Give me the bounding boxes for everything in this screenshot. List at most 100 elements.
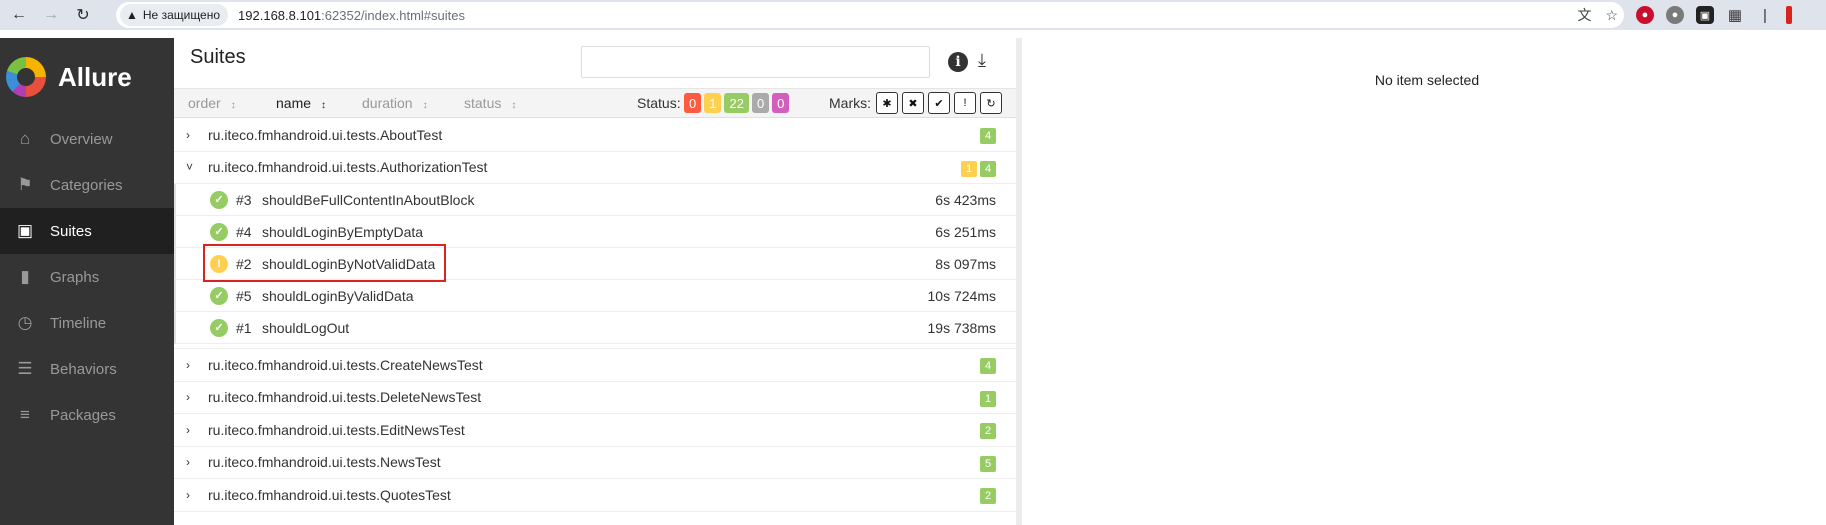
suite-counts: 2 bbox=[980, 423, 996, 439]
url-host: 192.168.8.101 bbox=[238, 7, 322, 23]
sort-order[interactable]: order ↕ bbox=[188, 95, 236, 111]
detail-pane: No item selected bbox=[1028, 38, 1826, 525]
chevron-right-icon[interactable]: › bbox=[186, 390, 198, 404]
suite-row[interactable]: ˅ ru.iteco.fmhandroid.ui.tests.Authorizat… bbox=[174, 152, 1016, 184]
translate-icon[interactable]: 文 bbox=[1577, 5, 1591, 25]
status-count-badge[interactable]: 1 bbox=[704, 93, 722, 113]
sort-arrows-icon: ↕ bbox=[230, 100, 236, 111]
test-row[interactable]: ✓ #3 shouldBeFullContentInAboutBlock 6s 423… bbox=[174, 184, 1016, 216]
status-count-badge[interactable]: 0 bbox=[772, 93, 790, 113]
download-icon[interactable]: ⤓ bbox=[978, 50, 986, 71]
broken-status-icon: ! bbox=[210, 254, 228, 273]
count-badge: 1 bbox=[961, 160, 977, 177]
sidebar-item-timeline[interactable]: ◷ Timeline bbox=[0, 300, 174, 346]
search-input[interactable] bbox=[581, 46, 930, 78]
clock-icon: ◷ bbox=[17, 313, 33, 332]
chevron-right-icon[interactable]: › bbox=[186, 423, 198, 437]
sidebar-item-behaviors[interactable]: ☰ Behaviors bbox=[0, 346, 174, 392]
status-count-badge[interactable]: 0 bbox=[684, 93, 702, 113]
chevron-right-icon[interactable]: › bbox=[186, 488, 198, 502]
sidebar-item-label: Behaviors bbox=[50, 360, 117, 378]
suite-row[interactable]: › ru.iteco.fmhandroid.ui.tests.CreateNews… bbox=[174, 349, 1016, 382]
reading-list-icon[interactable]: | bbox=[1756, 6, 1774, 24]
count-badge: 4 bbox=[980, 128, 996, 144]
suite-name: ru.iteco.fmhandroid.ui.tests.NewsTest bbox=[208, 454, 441, 471]
chevron-right-icon[interactable]: › bbox=[186, 128, 198, 142]
suite-name: ru.iteco.fmhandroid.ui.tests.EditNewsTes… bbox=[208, 421, 465, 438]
warning-triangle-icon: ▲ bbox=[126, 8, 138, 22]
security-label: Не защищено bbox=[142, 8, 221, 22]
sort-duration[interactable]: duration ↕ bbox=[362, 95, 428, 111]
status-count-badge[interactable]: 22 bbox=[724, 93, 749, 113]
sidebar-item-packages[interactable]: ≡ Packages bbox=[0, 392, 174, 438]
bookmark-star-icon[interactable]: ☆ bbox=[1605, 7, 1618, 24]
chevron-right-icon[interactable]: › bbox=[186, 358, 198, 372]
test-duration: 10s 724ms bbox=[927, 288, 996, 304]
test-duration: 19s 738ms bbox=[927, 320, 996, 336]
sort-name[interactable]: name ↕ bbox=[276, 95, 326, 111]
test-row[interactable]: ✓ #4 shouldLoginByEmptyData 6s 251ms bbox=[174, 216, 1016, 248]
suites-tree: › ru.iteco.fmhandroid.ui.tests.AboutTest 4… bbox=[174, 119, 1016, 512]
suite-counts: 4 bbox=[980, 128, 996, 144]
info-icon[interactable]: i bbox=[948, 52, 968, 72]
test-name: shouldBeFullContentInAboutBlock bbox=[262, 191, 475, 208]
briefcase-icon: ▣ bbox=[16, 221, 34, 240]
back-arrow-icon[interactable]: ← bbox=[6, 2, 32, 28]
count-badge: 5 bbox=[980, 455, 996, 472]
suite-row[interactable]: › ru.iteco.fmhandroid.ui.tests.DeleteNews… bbox=[174, 382, 1016, 414]
test-row[interactable]: ✓ #1 shouldLogOut 19s 738ms bbox=[174, 312, 1016, 344]
bar-chart-icon: ▮ bbox=[20, 267, 30, 286]
sidebar-item-categories[interactable]: ⚑ Categories bbox=[0, 162, 174, 208]
status-count-badge[interactable]: 0 bbox=[751, 93, 770, 113]
brand[interactable]: Allure bbox=[0, 38, 174, 116]
sort-status[interactable]: status ↕ bbox=[464, 95, 516, 111]
chevron-right-icon[interactable]: › bbox=[186, 455, 198, 469]
test-name: shouldLoginByValidData bbox=[262, 287, 414, 304]
extensions-puzzle-icon[interactable]: ▦ bbox=[1726, 6, 1744, 24]
sidebar-item-overview[interactable]: ⌂ Overview bbox=[0, 116, 174, 162]
extension-book-icon[interactable]: ▣ bbox=[1696, 6, 1714, 24]
test-duration: 6s 251ms bbox=[935, 224, 996, 240]
test-duration: 6s 423ms bbox=[935, 192, 996, 208]
sidebar-item-graphs[interactable]: ▮ Graphs bbox=[0, 254, 174, 300]
test-duration: 8s 097ms bbox=[935, 256, 996, 272]
extension-planet-icon[interactable]: ● bbox=[1666, 6, 1684, 24]
url-text[interactable]: 192.168.8.101:62352/index.html#suites bbox=[238, 8, 465, 23]
extension-shield-icon[interactable]: ● bbox=[1636, 6, 1654, 24]
flaky-icon[interactable]: ✱ bbox=[876, 92, 898, 114]
passed-status-icon: ✓ bbox=[210, 190, 228, 209]
test-order: #5 bbox=[236, 287, 252, 304]
test-order: #2 bbox=[236, 255, 252, 272]
suite-row[interactable]: › ru.iteco.fmhandroid.ui.tests.EditNewsTe… bbox=[174, 414, 1016, 447]
suite-counts: 2 bbox=[980, 488, 996, 504]
suite-row[interactable]: › ru.iteco.fmhandroid.ui.tests.AboutTest 4 bbox=[174, 119, 1016, 152]
sidebar-item-suites[interactable]: ▣ Suites bbox=[0, 208, 174, 254]
test-row[interactable]: ✓ #5 shouldLoginByValidData 10s 724ms bbox=[174, 280, 1016, 312]
marks-label: Marks: bbox=[829, 95, 871, 111]
suite-name: ru.iteco.fmhandroid.ui.tests.QuotesTest bbox=[208, 486, 451, 503]
forward-arrow-icon[interactable]: → bbox=[38, 2, 64, 28]
test-name: shouldLogOut bbox=[262, 319, 350, 336]
security-chip[interactable]: ▲ Не защищено bbox=[120, 4, 229, 26]
suite-row[interactable]: › ru.iteco.fmhandroid.ui.tests.QuotesTest… bbox=[174, 479, 1016, 512]
new-broken-icon[interactable]: ! bbox=[954, 92, 976, 114]
suite-counts: 4 bbox=[980, 358, 996, 374]
suites-pane: Suites i ⤓ order ↕ name ↕ duration ↕ status… bbox=[174, 38, 1022, 525]
sidebar-item-label: Overview bbox=[50, 130, 113, 148]
list-icon: ☰ bbox=[17, 359, 33, 378]
suite-name: ru.iteco.fmhandroid.ui.tests.AboutTest bbox=[208, 126, 443, 143]
address-bar[interactable]: ▲ Не защищено 192.168.8.101:62352/index.… bbox=[116, 2, 1624, 28]
chevron-down-icon[interactable]: ˅ bbox=[186, 160, 198, 174]
profile-icon[interactable] bbox=[1786, 6, 1792, 24]
sort-arrows-icon: ↕ bbox=[321, 100, 327, 111]
retries-icon[interactable]: ↻ bbox=[980, 92, 1002, 114]
new-failed-icon[interactable]: ✖ bbox=[902, 92, 924, 114]
suite-counts: 1 bbox=[980, 390, 996, 407]
new-passed-icon[interactable]: ✔ bbox=[928, 92, 950, 114]
test-row[interactable]: ! #2 shouldLoginByNotValidData 8s 097ms bbox=[174, 248, 1016, 280]
url-path: :62352/index.html#suites bbox=[321, 7, 465, 23]
passed-status-icon: ✓ bbox=[210, 222, 228, 241]
suite-row[interactable]: › ru.iteco.fmhandroid.ui.tests.NewsTest 5 bbox=[174, 447, 1016, 479]
reload-icon[interactable]: ↻ bbox=[70, 2, 96, 28]
sort-order-label: order bbox=[188, 95, 221, 111]
